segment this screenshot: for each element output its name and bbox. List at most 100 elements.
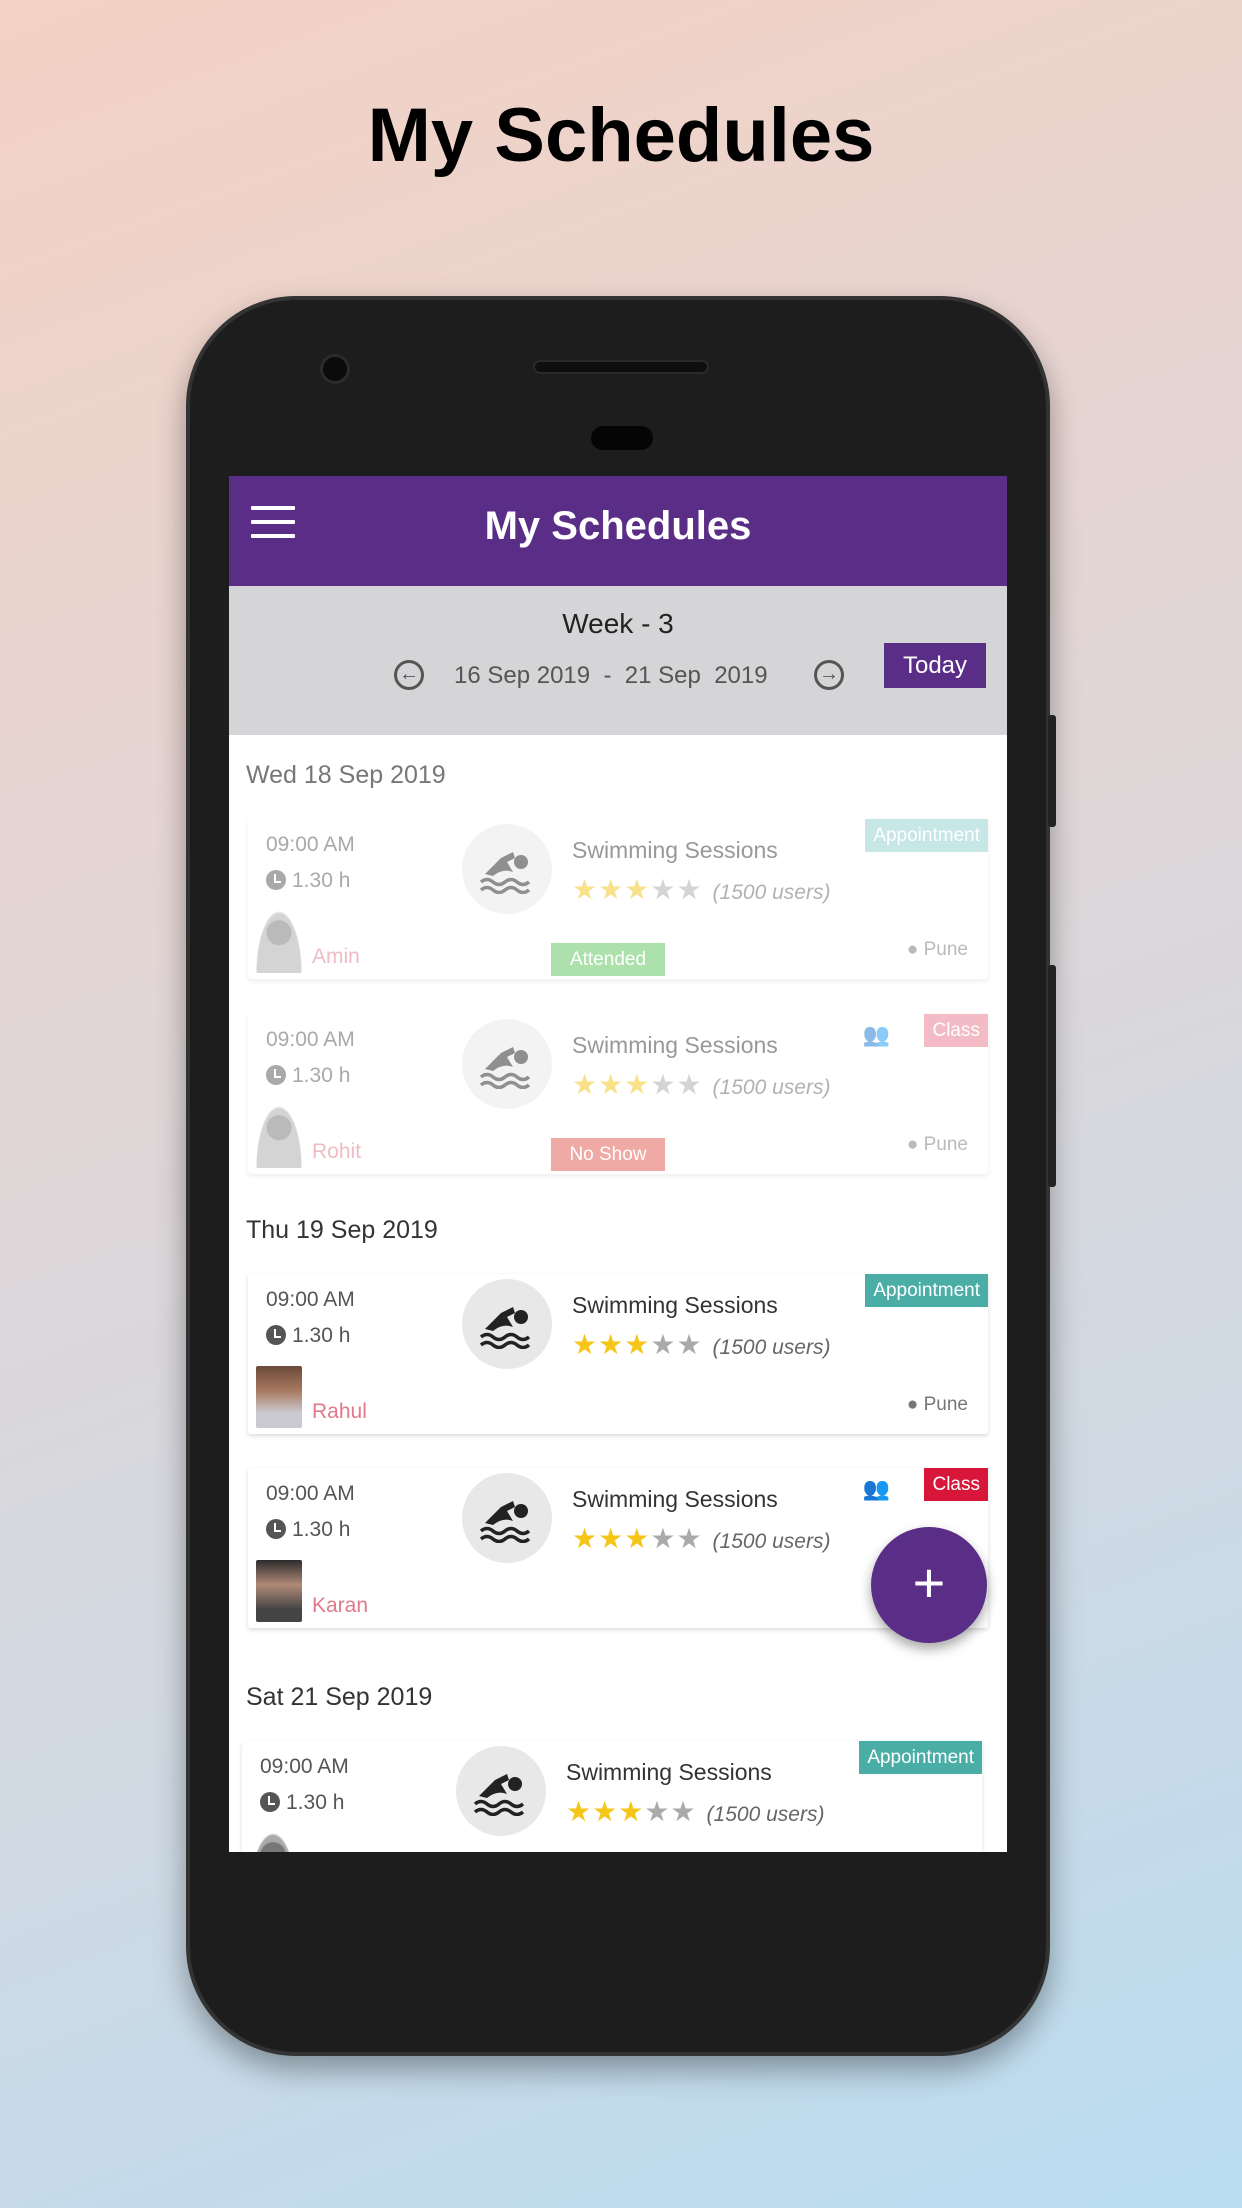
promo-title: My Schedules [367, 93, 875, 178]
session-duration: 1.30 h [266, 1064, 350, 1088]
users-count: (1500 users) [712, 881, 831, 904]
clock-icon [266, 1065, 286, 1085]
star-icon: ★ [592, 1796, 619, 1827]
today-button[interactable]: Today [884, 643, 986, 688]
rating: ★★★★★ (1500 users) [572, 1068, 830, 1101]
session-title: Swimming Sessions [566, 1759, 772, 1785]
avatar [256, 1366, 302, 1428]
person-name[interactable]: Rahul [312, 1400, 367, 1424]
schedule-card[interactable]: 09:00 AM 1.30 h Swimming Sessions ★★★★★ (150… [242, 1741, 982, 1852]
power-button [1048, 715, 1056, 827]
clock-icon [266, 1325, 286, 1345]
schedule-card[interactable]: 09:00 AM 1.30 h Rohit Swimming Sessions ★★★★… [248, 1014, 988, 1174]
group-icon: 👥 [862, 1022, 890, 1047]
schedule-card[interactable]: 09:00 AM 1.30 h Amin Swimming Sessions ★★★★★… [248, 819, 988, 979]
group-icon: 👥 [862, 1476, 890, 1501]
star-icon: ★ [598, 874, 625, 905]
rating: ★★★★★ (1500 users) [572, 1522, 830, 1555]
status-badge: Attended [551, 943, 665, 976]
schedule-list[interactable]: Wed 18 Sep 2019 Thu 19 Sep 2019 Sat 21 Sep… [229, 735, 1007, 1852]
star-icon: ★ [676, 1329, 703, 1360]
duration-text: 1.30 h [292, 1518, 351, 1541]
star-icon: ★ [624, 1069, 651, 1100]
star-icon: ★ [598, 1329, 625, 1360]
page-title: My Schedules [484, 504, 752, 548]
star-icon: ★ [650, 874, 677, 905]
location-text: Pune [923, 939, 968, 960]
star-icon: ★ [676, 874, 703, 905]
users-count: (1500 users) [712, 1530, 831, 1553]
users-count: (1500 users) [712, 1076, 831, 1099]
type-badge: Class [924, 1014, 988, 1047]
session-duration: 1.30 h [266, 1324, 350, 1348]
session-duration: 1.30 h [266, 1518, 350, 1542]
avatar [256, 1106, 302, 1168]
session-title: Swimming Sessions [572, 1032, 778, 1058]
session-duration: 1.30 h [266, 869, 350, 893]
type-badge: Appointment [865, 819, 988, 852]
add-schedule-button[interactable]: + [871, 1527, 987, 1643]
session-title: Swimming Sessions [572, 1292, 778, 1318]
location: ● Pune [907, 939, 968, 961]
map-pin-icon: ● [906, 939, 919, 960]
person-name[interactable]: Karan [312, 1594, 368, 1618]
star-icon: ★ [644, 1796, 671, 1827]
plus-icon: + [912, 1551, 946, 1614]
session-time: 09:00 AM [266, 833, 355, 856]
avatar [256, 1560, 302, 1622]
week-label: Week - 3 [562, 608, 674, 639]
swimming-icon [462, 824, 552, 914]
map-pin-icon: ● [906, 1134, 919, 1155]
duration-text: 1.30 h [292, 1324, 351, 1347]
location: ● Pune [907, 1134, 968, 1156]
day-header: Sat 21 Sep 2019 [246, 1683, 433, 1711]
person-name[interactable]: Rohit [312, 1140, 361, 1164]
location: ● Pune [907, 1394, 968, 1416]
star-icon: ★ [572, 874, 599, 905]
users-count: (1500 users) [706, 1803, 825, 1826]
camera-icon [320, 354, 350, 384]
rating: ★★★★★ (1500 users) [572, 1328, 830, 1361]
volume-button [1048, 965, 1056, 1187]
swimming-icon [462, 1019, 552, 1109]
person-name[interactable]: Amin [312, 945, 360, 969]
users-count: (1500 users) [712, 1336, 831, 1359]
star-icon: ★ [650, 1069, 677, 1100]
type-badge: Appointment [865, 1274, 988, 1307]
star-icon: ★ [598, 1069, 625, 1100]
star-icon: ★ [624, 874, 651, 905]
star-icon: ★ [618, 1796, 645, 1827]
app-screen: My Schedules Week - 3 ← 16 Sep 2019 - 21… [229, 476, 1007, 1852]
type-badge: Appointment [859, 1741, 982, 1774]
star-icon: ★ [624, 1523, 651, 1554]
avatar [250, 1833, 296, 1852]
star-icon: ★ [572, 1329, 599, 1360]
star-icon: ★ [624, 1329, 651, 1360]
star-icon: ★ [676, 1523, 703, 1554]
clock-icon [266, 870, 286, 890]
speaker-grille [533, 360, 709, 374]
day-header: Wed 18 Sep 2019 [246, 761, 446, 789]
sensor [591, 426, 653, 450]
rating: ★★★★★ (1500 users) [566, 1795, 824, 1828]
clock-icon [266, 1519, 286, 1539]
app-bar: My Schedules [229, 476, 1007, 586]
star-icon: ★ [650, 1523, 677, 1554]
date-range: 16 Sep 2019 - 21 Sep 2019 [454, 662, 768, 689]
swimming-icon [462, 1473, 552, 1563]
swimming-icon [462, 1279, 552, 1369]
star-icon: ★ [670, 1796, 697, 1827]
duration-text: 1.30 h [292, 1064, 351, 1087]
schedule-card[interactable]: 09:00 AM 1.30 h Rahul Swimming Sessions ★★★★… [248, 1274, 988, 1434]
arrow-right-circle-icon[interactable]: → [814, 660, 844, 690]
session-duration: 1.30 h [260, 1791, 344, 1815]
clock-icon [260, 1792, 280, 1812]
map-pin-icon: ● [906, 1394, 919, 1415]
star-icon: ★ [650, 1329, 677, 1360]
duration-text: 1.30 h [292, 869, 351, 892]
arrow-left-circle-icon[interactable]: ← [394, 660, 424, 690]
star-icon: ★ [676, 1069, 703, 1100]
star-icon: ★ [598, 1523, 625, 1554]
session-time: 09:00 AM [260, 1755, 349, 1778]
star-icon: ★ [572, 1069, 599, 1100]
